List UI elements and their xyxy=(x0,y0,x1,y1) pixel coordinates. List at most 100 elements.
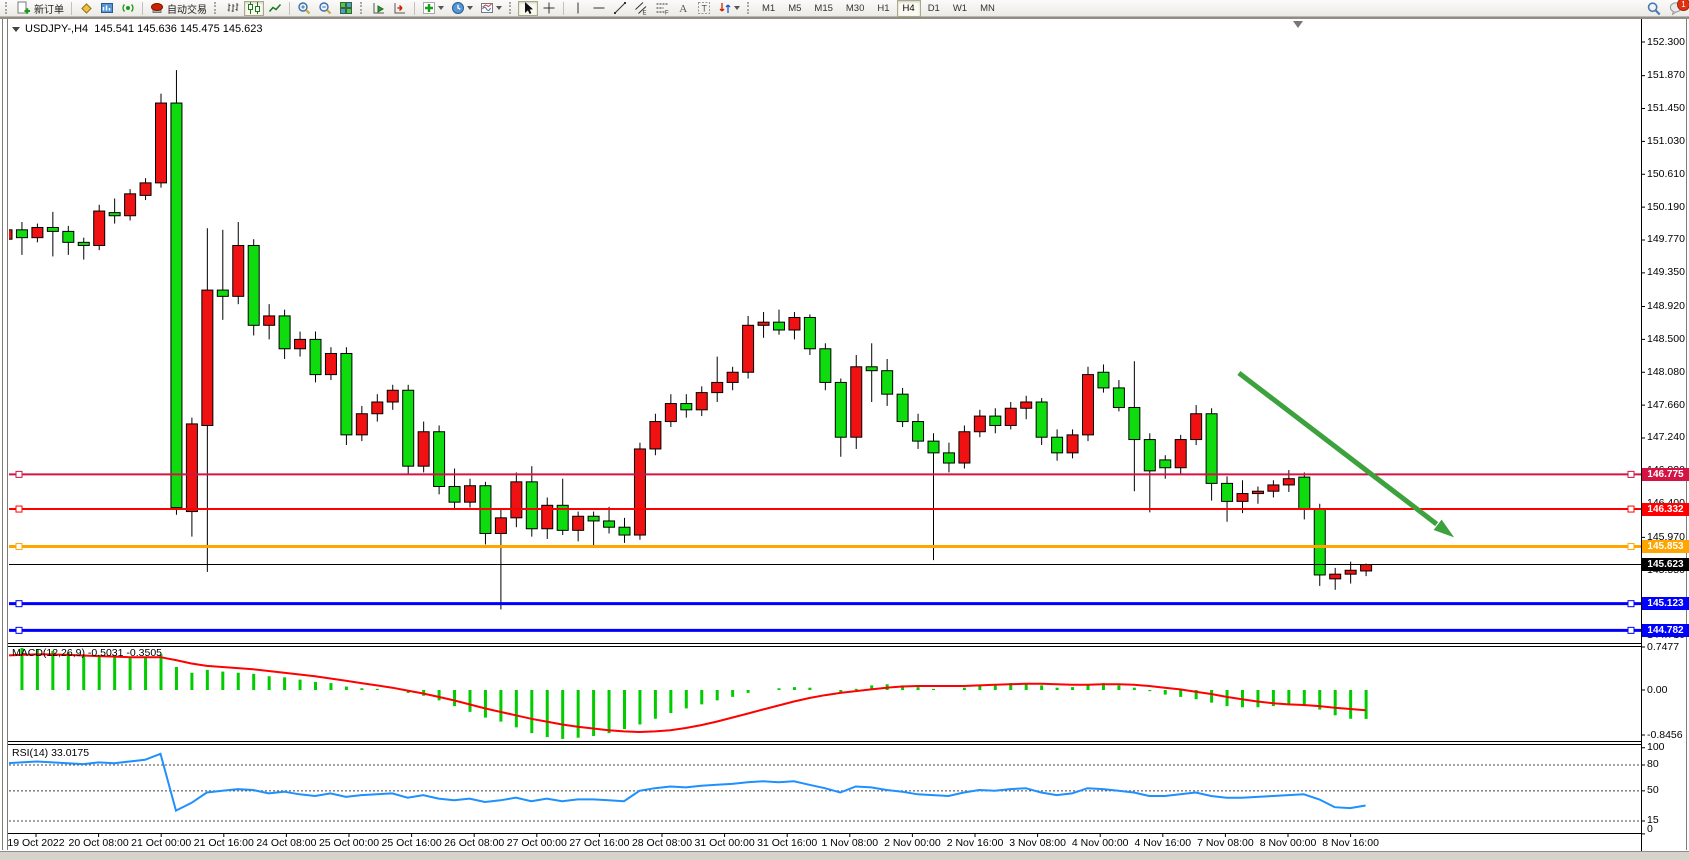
candle-body xyxy=(495,518,506,534)
chart-shift-marker xyxy=(1293,21,1303,28)
equidistant-channel-tool-button[interactable]: E xyxy=(631,1,651,16)
candle-body xyxy=(866,367,877,371)
periods-dropdown-caret[interactable] xyxy=(467,6,473,10)
separator xyxy=(289,2,290,15)
signals-button[interactable] xyxy=(118,1,138,16)
search-button[interactable] xyxy=(1643,1,1664,16)
cursor-icon xyxy=(521,1,535,15)
toolbar-grip[interactable] xyxy=(214,2,219,14)
candle-body xyxy=(1098,372,1109,388)
auto-scroll-button[interactable] xyxy=(369,1,389,16)
candle-body xyxy=(403,390,414,466)
toolbar-grip[interactable] xyxy=(5,2,10,14)
line-anchor xyxy=(1628,506,1634,512)
candle-body xyxy=(1206,414,1217,484)
rsi-indicator-label: RSI(14) 33.0175 xyxy=(12,747,89,759)
toolbar-grip[interactable] xyxy=(509,2,514,14)
new-order-button[interactable]: 新订单 xyxy=(14,1,67,16)
candle-body xyxy=(295,339,306,348)
candle-body xyxy=(217,290,228,296)
fibonacci-tool-button[interactable]: F xyxy=(652,1,672,16)
candle-body xyxy=(650,422,661,449)
toolbar-grip[interactable] xyxy=(360,2,365,14)
timeframe-h4[interactable]: H4 xyxy=(897,0,921,17)
text-tool-button[interactable]: A xyxy=(673,1,693,16)
new-order-label: 新订单 xyxy=(34,1,64,16)
arrows-tool-button[interactable] xyxy=(715,1,743,16)
bar-chart-button[interactable] xyxy=(223,1,243,16)
chart-canvas[interactable] xyxy=(0,0,1689,860)
candle-body xyxy=(774,322,785,330)
search-icon xyxy=(1646,1,1661,16)
candle-body xyxy=(434,432,445,487)
vertical-line-tool-button[interactable] xyxy=(568,1,588,16)
templates-button[interactable] xyxy=(477,1,505,16)
auto-trading-button[interactable]: 自动交易 xyxy=(147,1,210,16)
price-tick-label: 152.300 xyxy=(1647,37,1689,48)
arrows-dropdown-caret[interactable] xyxy=(734,6,740,10)
periods-button[interactable] xyxy=(448,1,476,16)
timeframe-m30[interactable]: M30 xyxy=(840,0,870,17)
horizontal-line-tool-button[interactable] xyxy=(589,1,609,16)
charts-button[interactable] xyxy=(76,1,96,16)
candle-body xyxy=(94,211,105,245)
timeframe-h1[interactable]: H1 xyxy=(871,0,895,17)
line-chart-icon xyxy=(268,1,282,15)
candle-body xyxy=(356,414,367,435)
candle-body xyxy=(1283,479,1294,485)
candle-body xyxy=(156,103,167,183)
trendline-icon xyxy=(613,1,627,15)
macd-indicator-label: MACD(12,26,9) -0.5031 -0.3505 xyxy=(12,647,162,659)
market-watch-button[interactable] xyxy=(97,1,117,16)
window-frame-right xyxy=(1686,19,1687,850)
crosshair-tool-button[interactable] xyxy=(539,1,559,16)
line-anchor xyxy=(16,506,22,512)
toolbar-grip[interactable] xyxy=(747,2,752,14)
tile-windows-button[interactable] xyxy=(336,1,356,16)
window-frame-left-inner xyxy=(7,19,8,850)
candle-body xyxy=(882,371,893,394)
candles-group xyxy=(1,70,1372,609)
line-chart-button[interactable] xyxy=(265,1,285,16)
candle-body xyxy=(233,245,244,296)
chart-title-expand-icon[interactable] xyxy=(12,27,20,32)
candlestick-chart-button[interactable] xyxy=(244,1,264,16)
candle-body xyxy=(665,404,676,422)
line-anchor xyxy=(16,471,22,477)
timeframe-m1[interactable]: M1 xyxy=(756,0,781,17)
text-label-tool-button[interactable]: T xyxy=(694,1,714,16)
rsi-line xyxy=(6,754,1366,811)
annotation-arrow-shaft xyxy=(1239,373,1437,524)
indicators-dropdown-caret[interactable] xyxy=(438,6,444,10)
candle-body xyxy=(1113,388,1124,408)
window-frame-top xyxy=(0,17,1689,19)
timeframe-m5[interactable]: M5 xyxy=(782,0,807,17)
charts-diamond-icon xyxy=(79,1,93,15)
candle-body xyxy=(928,441,939,453)
equidistant-channel-icon: E xyxy=(634,1,648,15)
timeframe-m15[interactable]: M15 xyxy=(808,0,838,17)
zoom-out-button[interactable] xyxy=(315,1,335,16)
x-axis-label: 20 Oct 08:00 xyxy=(69,837,129,849)
timeframe-d1[interactable]: D1 xyxy=(922,0,946,17)
zoom-in-button[interactable] xyxy=(294,1,314,16)
clock-icon xyxy=(451,1,465,15)
candle-body xyxy=(804,317,815,348)
templates-dropdown-caret[interactable] xyxy=(496,6,502,10)
timeframe-mn[interactable]: MN xyxy=(974,0,1001,17)
timeframe-w1[interactable]: W1 xyxy=(947,0,973,17)
chart-title: USDJPY-,H4 145.541 145.636 145.475 145.6… xyxy=(12,23,263,35)
candle-body xyxy=(449,487,460,503)
cursor-tool-button[interactable] xyxy=(518,1,538,16)
trendline-tool-button[interactable] xyxy=(610,1,630,16)
notifications-button[interactable]: 1 xyxy=(1666,1,1687,16)
svg-text:A: A xyxy=(679,3,687,15)
zoom-in-icon xyxy=(297,1,311,15)
text-icon: A xyxy=(676,1,690,15)
x-axis-label: 24 Oct 08:00 xyxy=(256,837,316,849)
x-axis-label: 4 Nov 00:00 xyxy=(1072,837,1129,849)
indicators-button[interactable] xyxy=(419,1,447,16)
candle-body xyxy=(1005,408,1016,425)
x-axis-label: 4 Nov 16:00 xyxy=(1134,837,1191,849)
chart-shift-button[interactable] xyxy=(390,1,410,16)
